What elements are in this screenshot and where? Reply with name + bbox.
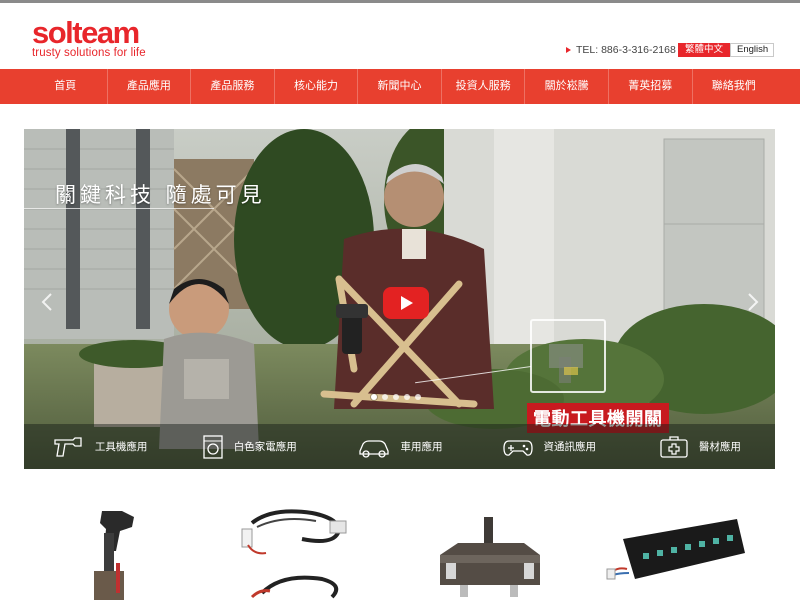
lang-traditional-chinese-button[interactable]: 繁體中文 (678, 43, 731, 57)
control-panel-icon (606, 519, 746, 580)
product-control-panel[interactable] (587, 493, 775, 600)
product-trigger-switch[interactable] (24, 493, 212, 600)
trigger-switch-icon (94, 511, 134, 600)
app-item-power-tools[interactable]: 工具機應用 (24, 424, 174, 469)
chevron-left-icon[interactable] (40, 292, 54, 312)
app-label: 資通訊應用 (543, 441, 596, 453)
slide-dot[interactable] (415, 394, 421, 400)
site-header: solteam trusty solutions for life TEL: 8… (0, 3, 800, 69)
chevron-right-icon[interactable] (746, 292, 760, 312)
slide-dot[interactable] (393, 394, 399, 400)
applications-bar: 工具機應用 白色家電應用 車用應用 資通訊應用 醫材應用 (24, 424, 775, 469)
app-item-automotive[interactable]: 車用應用 (324, 424, 474, 469)
app-label: 車用應用 (400, 441, 443, 453)
nav-item-product-services[interactable]: 產品服務 (191, 69, 275, 104)
app-label: 醫材應用 (698, 441, 741, 453)
nav-item-careers[interactable]: 菁英招募 (609, 69, 693, 104)
product-rotary-switch[interactable] (400, 493, 588, 600)
nav-item-product-applications[interactable]: 產品應用 (108, 69, 192, 104)
nav-item-home[interactable]: 首頁 (24, 69, 108, 104)
hero-banner[interactable]: 關鍵科技 隨處可見 電動工具機開關 工具機應用 白色家電應用 車用應用 資通訊應… (24, 129, 775, 469)
slide-dot[interactable] (371, 394, 377, 400)
car-icon (358, 439, 389, 458)
nav-item-contact[interactable]: 聯絡我們 (693, 69, 776, 104)
power-drill-icon (54, 436, 82, 457)
nav-item-investors[interactable]: 投資人服務 (442, 69, 526, 104)
product-showcase (24, 493, 775, 600)
product-cable-harness[interactable] (212, 493, 400, 600)
logo-wordmark: solteam (32, 15, 140, 50)
lang-english-button[interactable]: English (730, 43, 775, 57)
slide-indicators (371, 394, 421, 400)
cable-harness-icon (241, 509, 347, 599)
app-label: 工具機應用 (94, 441, 148, 453)
nav-item-about[interactable]: 關於崧騰 (525, 69, 609, 104)
app-item-home-appliances[interactable]: 白色家電應用 (174, 424, 324, 469)
gamepad-icon (503, 439, 534, 456)
phone-number: TEL: 886-3-316-2168 (576, 44, 676, 56)
tagline-rule (24, 208, 214, 209)
main-nav: 首頁 產品應用 產品服務 核心能力 新聞中心 投資人服務 關於崧騰 菁英招募 聯… (0, 69, 800, 104)
nav-item-news[interactable]: 新聞中心 (358, 69, 442, 104)
hero-tagline: 關鍵科技 隨處可見 (55, 183, 266, 207)
medical-kit-icon (660, 435, 688, 458)
contact-info: TEL: 886-3-316-2168 (566, 44, 676, 56)
slide-dot[interactable] (382, 394, 388, 400)
nav-item-core-capabilities[interactable]: 核心能力 (275, 69, 359, 104)
slide-dot[interactable] (404, 394, 410, 400)
app-item-ict[interactable]: 資通訊應用 (475, 424, 625, 469)
video-play-button[interactable] (383, 287, 429, 319)
rotary-switch-icon (439, 517, 540, 597)
language-switcher: 繁體中文 English (678, 43, 775, 57)
logo[interactable]: solteam trusty solutions for life (32, 15, 146, 59)
callout-highlight-box (530, 319, 606, 393)
app-label: 白色家電應用 (233, 441, 297, 453)
triangle-bullet-icon (566, 47, 571, 53)
app-item-medical[interactable]: 醫材應用 (625, 424, 775, 469)
logo-tagline: trusty solutions for life (32, 47, 146, 59)
washing-machine-icon (203, 434, 223, 459)
